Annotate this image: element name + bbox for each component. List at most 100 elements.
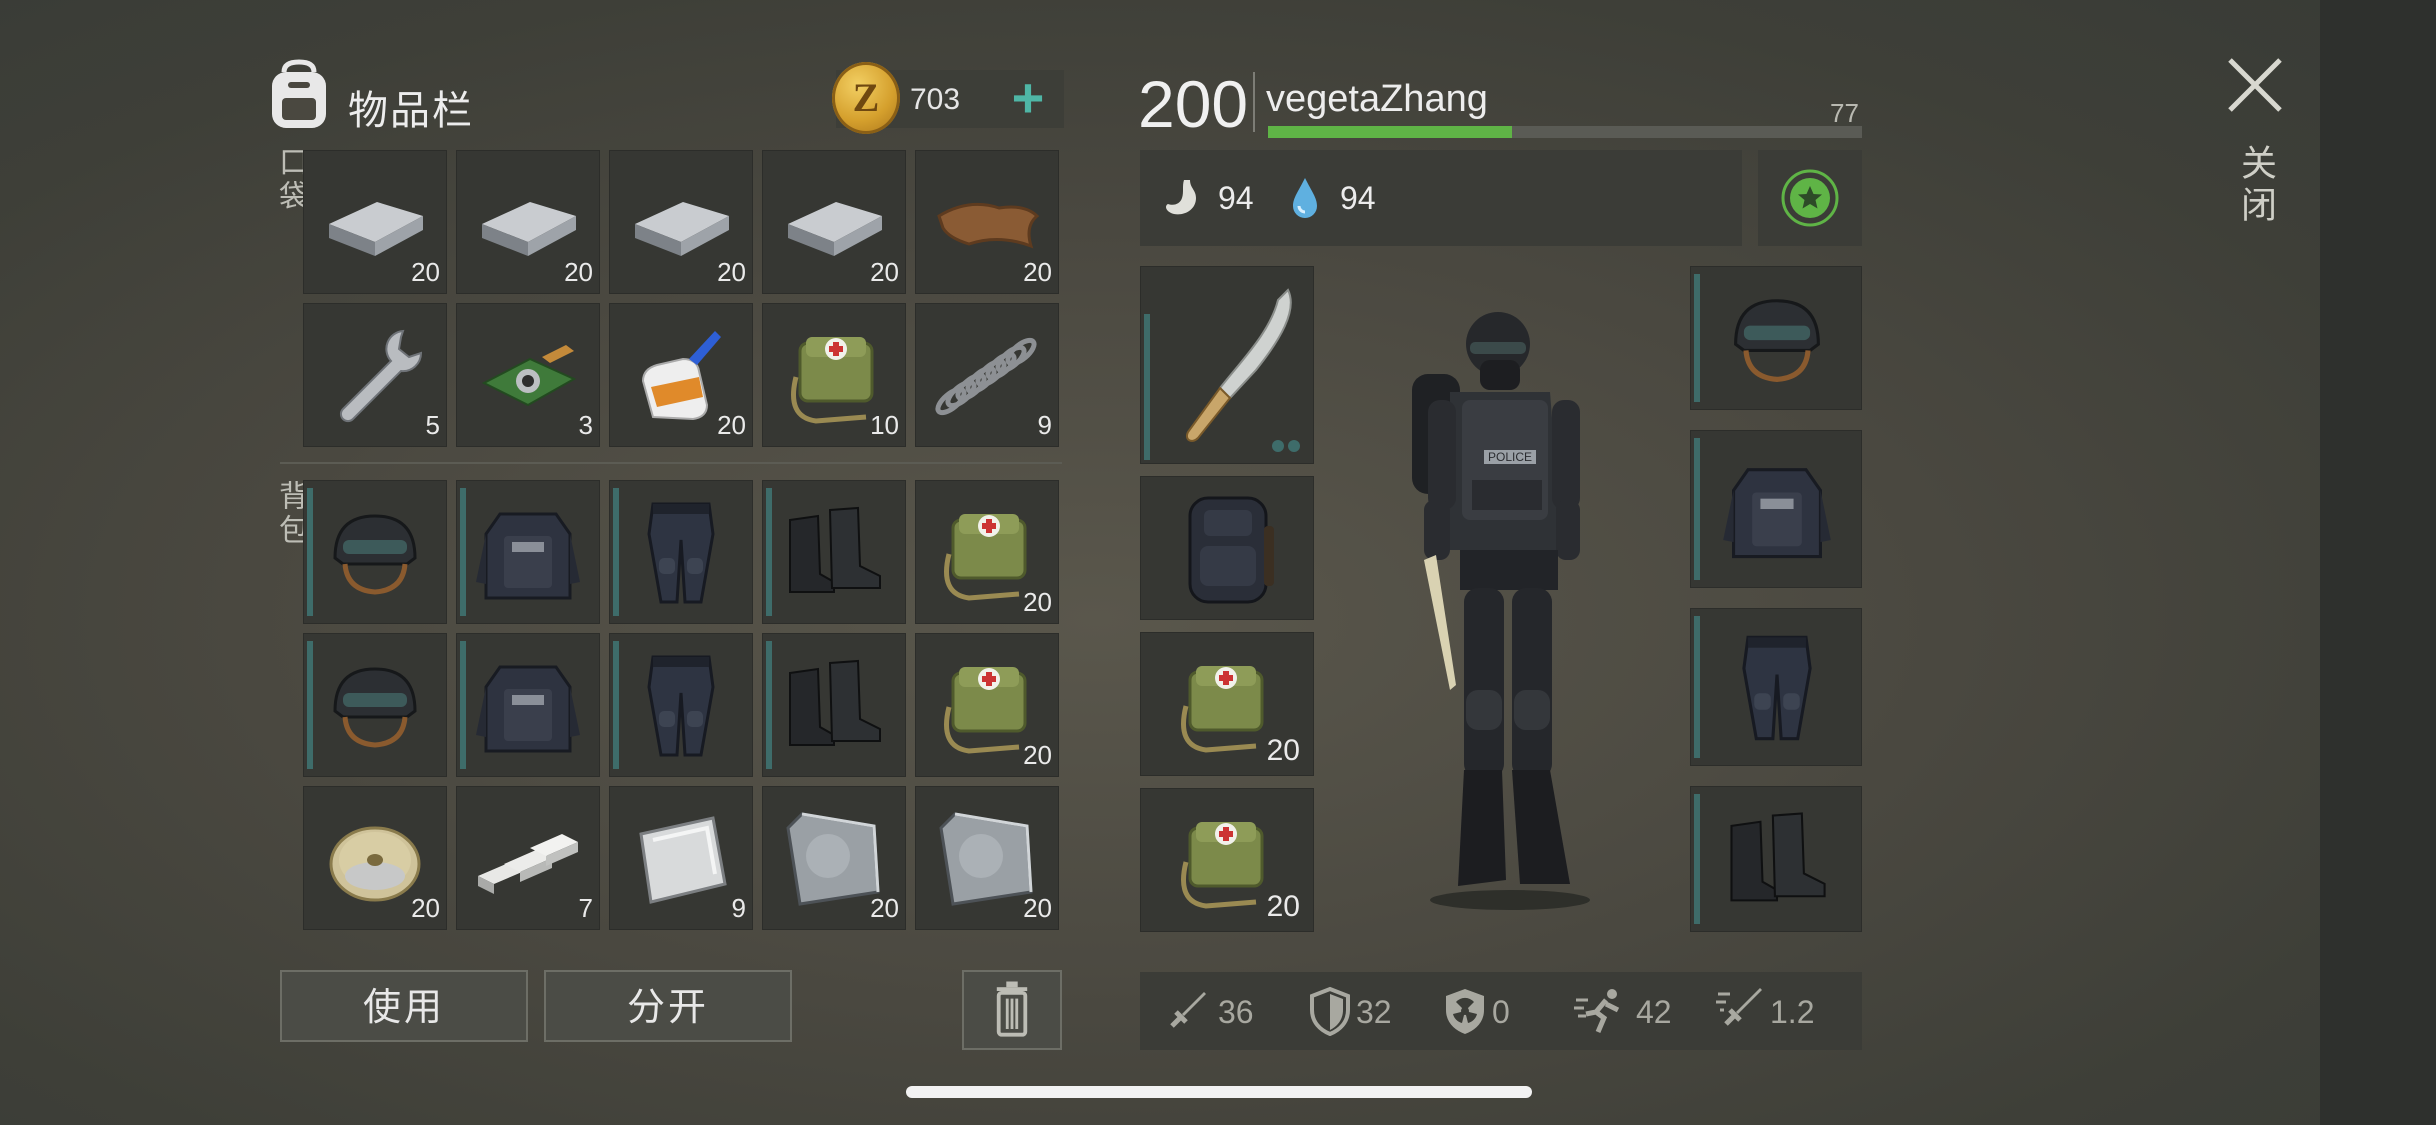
backpack-slot[interactable]	[762, 633, 906, 777]
helmet-icon	[333, 667, 417, 748]
pocket-slot[interactable]: 20	[303, 150, 447, 294]
item-count: 20	[1023, 257, 1052, 287]
character-model: POLICE	[1412, 312, 1590, 910]
add-coins-button[interactable]: +	[1000, 70, 1056, 128]
medkit-bag-icon	[1181, 666, 1264, 753]
medkit-bag-icon	[1181, 822, 1264, 909]
durability-bar	[613, 488, 619, 616]
backpack-slot[interactable]	[609, 633, 753, 777]
vest-label: POLICE	[1488, 450, 1532, 464]
pocket-slot[interactable]: 20	[609, 303, 753, 447]
backpack-icon	[272, 59, 326, 128]
pocket-slot[interactable]: 9	[915, 303, 1059, 447]
xp-bar	[1268, 126, 1862, 138]
helmet-icon	[1734, 299, 1820, 382]
weapon-slot[interactable]	[1140, 266, 1314, 464]
inventory-title: 物品栏	[348, 89, 474, 133]
item-count: 20	[1023, 587, 1052, 617]
quick-slot-2[interactable]: 20	[1140, 788, 1314, 932]
durability-bar	[766, 488, 772, 616]
backpack-slot[interactable]: 7	[456, 786, 600, 930]
backpack-slot[interactable]: 20	[762, 786, 906, 930]
trash-button[interactable]	[962, 970, 1062, 1050]
backpack-slot[interactable]: 20	[915, 480, 1059, 624]
spring-icon	[935, 337, 1037, 416]
police-vest-icon	[476, 512, 580, 600]
pocket-slot[interactable]: 20	[609, 150, 753, 294]
item-count: 20	[1266, 734, 1300, 767]
armor-slot-helmet[interactable]	[1690, 266, 1862, 410]
pocket-slot[interactable]: 20	[915, 150, 1059, 294]
coin-icon: Z	[832, 62, 900, 134]
close-label[interactable]: 关闭	[2230, 144, 2282, 228]
close-icon[interactable]	[2220, 50, 2290, 120]
backpack-slot[interactable]	[762, 480, 906, 624]
vitals-panel: 94 94	[1140, 150, 1742, 246]
upgrade-dot	[1272, 440, 1284, 452]
item-count: 20	[870, 893, 899, 923]
coin-amount: 703	[910, 83, 961, 116]
xp-bar-fill	[1268, 126, 1512, 138]
boots-icon	[1730, 812, 1826, 902]
player-level: 200	[1138, 67, 1249, 141]
split-button[interactable]: 分开	[544, 970, 792, 1042]
attack-stat: 36	[1218, 994, 1254, 1030]
perks-button[interactable]	[1758, 150, 1862, 246]
police-vest-icon	[476, 665, 580, 753]
hunger-value: 94	[1218, 180, 1254, 216]
backpack-slot[interactable]: 9	[609, 786, 753, 930]
backpack-slot[interactable]: 20	[303, 786, 447, 930]
durability-bar	[1694, 274, 1700, 402]
armor-slot-boots[interactable]	[1690, 786, 1862, 932]
backpack-slot[interactable]	[303, 633, 447, 777]
backpack-slot[interactable]	[456, 633, 600, 777]
item-count: 20	[411, 893, 440, 923]
pocket-slot[interactable]: 10	[762, 303, 906, 447]
tactical-backpack-icon	[1188, 496, 1274, 604]
item-count: 10	[870, 410, 899, 440]
pocket-slot[interactable]: 20	[762, 150, 906, 294]
durability-bar	[460, 641, 466, 769]
item-count: 20	[870, 257, 899, 287]
shield-icon	[1310, 986, 1350, 1036]
durability-bar	[1694, 794, 1700, 924]
backpack-slot[interactable]	[1140, 476, 1314, 620]
sword-icon	[1170, 992, 1206, 1028]
durability-bar	[460, 488, 466, 616]
item-count: 20	[1266, 890, 1300, 923]
speed-stat: 42	[1636, 994, 1672, 1030]
backpack-slot[interactable]	[609, 480, 753, 624]
durability-bar	[766, 641, 772, 769]
boots-icon	[789, 506, 881, 593]
side-strip	[2320, 0, 2436, 1125]
attack-speed-icon	[1716, 988, 1762, 1026]
wrench-icon	[339, 329, 423, 423]
armor-slot-police-vest[interactable]	[1690, 430, 1862, 588]
attack-speed-stat: 1.2	[1770, 994, 1815, 1030]
section-divider	[280, 462, 1062, 464]
item-count: 3	[578, 410, 593, 440]
helmet-icon	[333, 514, 417, 595]
steel-plate-icon	[639, 816, 727, 904]
armor-slot-police-pants[interactable]	[1690, 608, 1862, 766]
player-name: vegetaZhang	[1266, 78, 1488, 120]
police-pants-icon	[647, 655, 715, 757]
backpack-slot[interactable]: 20	[915, 786, 1059, 930]
pocket-slot[interactable]: 3	[456, 303, 600, 447]
home-indicator[interactable]	[906, 1086, 1532, 1098]
pocket-slot[interactable]: 20	[456, 150, 600, 294]
use-button[interactable]: 使用	[280, 970, 528, 1042]
backpack-slot[interactable]	[456, 480, 600, 624]
machete-icon	[1186, 288, 1292, 442]
item-count: 20	[411, 257, 440, 287]
pocket-slot[interactable]: 5	[303, 303, 447, 447]
radiation-stat: 0	[1492, 994, 1510, 1030]
police-vest-icon	[1723, 468, 1831, 559]
quick-slot-1[interactable]: 20	[1140, 632, 1314, 776]
level-separator	[1253, 72, 1255, 132]
upgrade-dot	[1288, 440, 1300, 452]
backpack-slot[interactable]: 20	[915, 633, 1059, 777]
backpack-slot[interactable]	[303, 480, 447, 624]
combat-stats-bar: 36 32 0 42 1.2	[1140, 972, 1862, 1050]
aluminum-bars-icon	[478, 834, 578, 894]
